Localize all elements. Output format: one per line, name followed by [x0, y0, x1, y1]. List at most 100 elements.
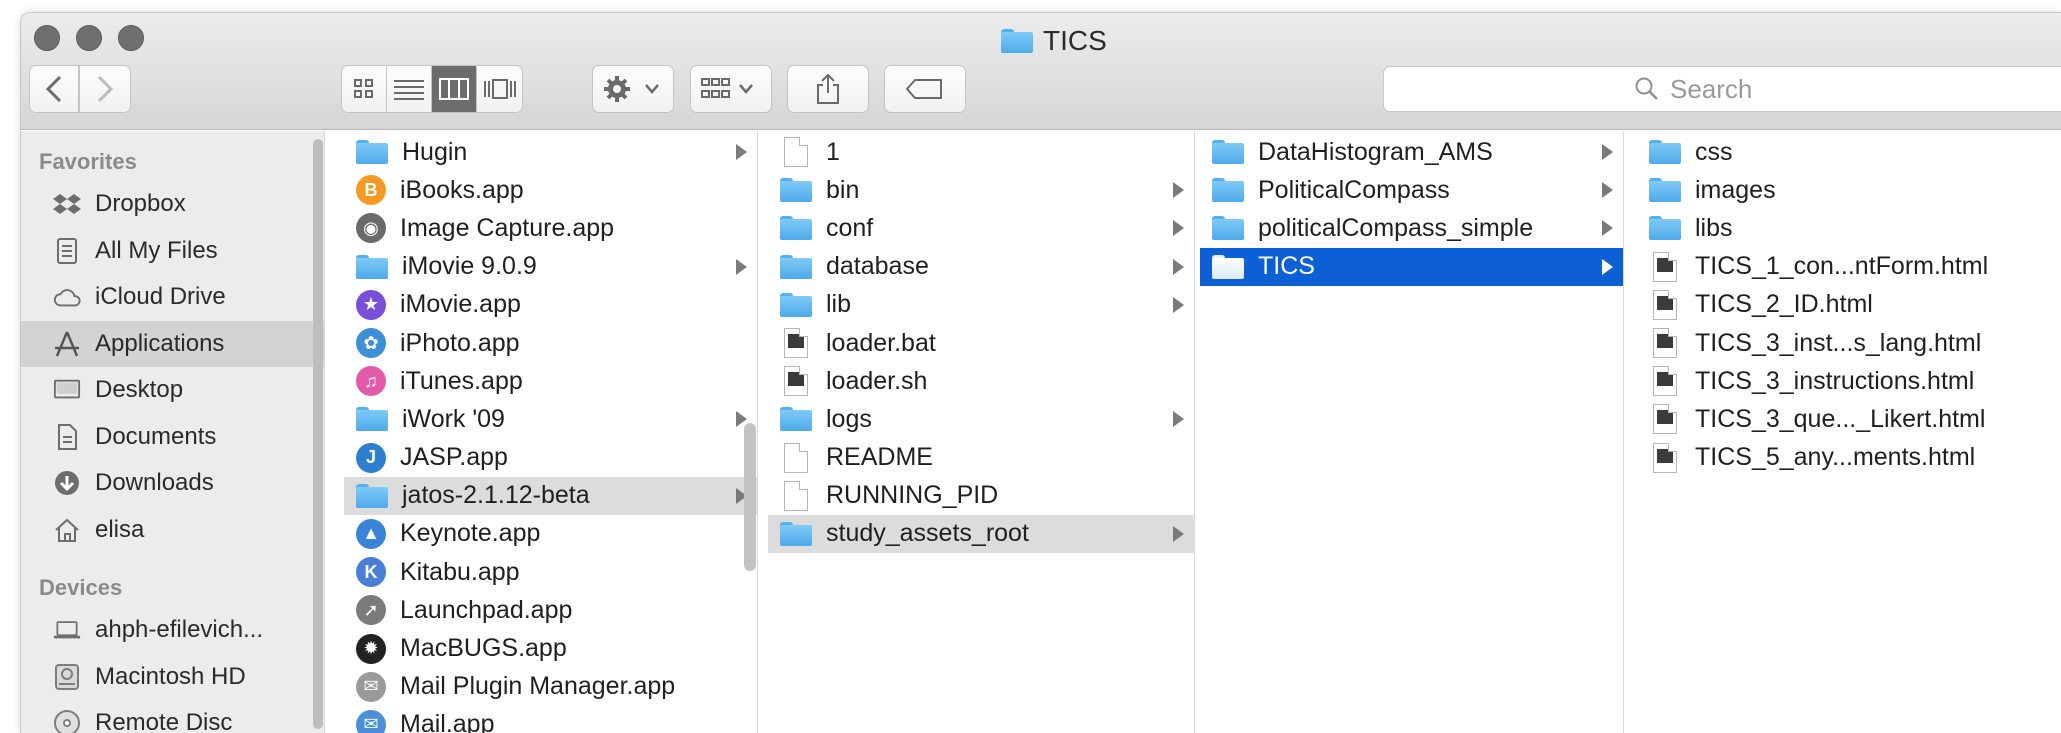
row-label: study_assets_root — [826, 519, 1029, 548]
laptop-icon — [53, 616, 81, 644]
folder-row-database[interactable]: database — [768, 248, 1194, 286]
forward-button[interactable] — [79, 65, 131, 113]
close-window-button[interactable] — [34, 25, 60, 51]
file-row-loader-sh[interactable]: loader.sh — [768, 362, 1194, 400]
minimize-window-button[interactable] — [76, 25, 102, 51]
file-row-tics-3-que-likert-html[interactable]: TICS_3_que..._Likert.html — [1637, 400, 2061, 438]
folder-row-politicalcompass-simple[interactable]: politicalCompass_simple — [1200, 209, 1623, 247]
row-label: jatos-2.1.12-beta — [402, 481, 590, 510]
sidebar-device-label: Macintosh HD — [95, 662, 246, 690]
search-placeholder: Search — [1670, 73, 1753, 104]
file-row-image-capture-app[interactable]: ◉ Image Capture.app — [344, 209, 757, 247]
folder-icon — [780, 216, 812, 241]
row-label: DataHistogram_AMS — [1258, 137, 1493, 166]
sidebar-item-desktop[interactable]: Desktop — [21, 367, 324, 414]
folder-icon — [780, 407, 812, 432]
chevron-left-icon — [45, 75, 62, 103]
folder-row-bin[interactable]: bin — [768, 171, 1194, 209]
column-view-button[interactable] — [432, 66, 477, 112]
keynote-app-icon: ▲ — [356, 518, 386, 549]
row-label: iWork '09 — [402, 404, 505, 433]
sidebar-item-documents[interactable]: Documents — [21, 414, 324, 461]
folder-row-politicalcompass[interactable]: PoliticalCompass — [1200, 171, 1623, 209]
file-row-iphoto-app[interactable]: ✿ iPhoto.app — [344, 324, 757, 362]
file-row-itunes-app[interactable]: ♫ iTunes.app — [344, 362, 757, 400]
folder-row-conf[interactable]: conf — [768, 209, 1194, 247]
sidebar-item-downloads[interactable]: Downloads — [21, 460, 324, 507]
file-row-mail-app[interactable]: ✉ Mail.app — [344, 706, 757, 733]
iphoto-app-icon: ✿ — [356, 328, 386, 359]
gear-icon — [604, 76, 659, 102]
file-row-loader-bat[interactable]: loader.bat — [768, 324, 1194, 362]
cover-flow-button[interactable] — [477, 66, 522, 112]
sidebar-item-label: elisa — [95, 515, 145, 543]
file-row-ibooks-app[interactable]: BiBooks.app — [344, 171, 757, 209]
disclosure-chevron-icon — [1173, 258, 1184, 275]
zoom-window-button[interactable] — [118, 25, 144, 51]
action-menu-button[interactable] — [592, 65, 674, 113]
file-row-keynote-app[interactable]: ▲ Keynote.app — [344, 515, 757, 553]
file-row-kitabu-app[interactable]: K Kitabu.app — [344, 553, 757, 591]
file-row-jasp-app[interactable]: J JASP.app — [344, 439, 757, 477]
share-icon — [817, 73, 839, 104]
file-row-macbugs-app[interactable]: ✹ MacBUGS.app — [344, 629, 757, 667]
html-file-icon — [1653, 366, 1677, 397]
desktop-icon — [53, 376, 81, 404]
file-row-readme[interactable]: README — [768, 439, 1194, 477]
ibooks-app-icon: B — [356, 175, 386, 206]
file-row-imovie-app[interactable]: ★ iMovie.app — [344, 286, 757, 324]
folder-row-datahistogram-ams[interactable]: DataHistogram_AMS — [1200, 133, 1623, 171]
batch-file-icon — [784, 328, 808, 359]
applications-column-scrollbar[interactable] — [744, 423, 756, 571]
folder-row-tics[interactable]: TICS — [1200, 247, 1623, 286]
toolbar: TICS Search — [21, 13, 2061, 130]
folder-icon — [1212, 254, 1244, 279]
folder-row-imovie-9-0-9[interactable]: iMovie 9.0.9 — [344, 248, 757, 286]
row-label: Mail Plugin Manager.app — [400, 672, 676, 701]
file-row-tics-3-instructions-html[interactable]: TICS_3_instructions.html — [1637, 362, 2061, 400]
folder-row-logs[interactable]: logs — [768, 400, 1194, 438]
folder-icon — [1649, 178, 1681, 203]
sidebar-item-applications[interactable]: Applications — [21, 320, 324, 367]
sidebar-item-dropbox[interactable]: Dropbox — [21, 181, 324, 228]
folder-row-css[interactable]: css — [1637, 133, 2061, 171]
cover-flow-icon — [483, 79, 516, 99]
list-view-button[interactable] — [387, 66, 432, 112]
arrange-button[interactable] — [690, 65, 772, 113]
share-button[interactable] — [787, 65, 869, 113]
sidebar-device-ahph-efilevich[interactable]: ahph-efilevich... — [21, 607, 324, 654]
file-row-launchpad-app[interactable]: ➚ Launchpad.app — [344, 591, 757, 629]
file-row-1[interactable]: 1 — [768, 133, 1194, 171]
sidebar-scrollbar[interactable] — [311, 139, 325, 729]
file-row-mail-plugin-manager-app[interactable]: ✉ Mail Plugin Manager.app — [344, 668, 757, 706]
icon-view-button[interactable] — [342, 66, 387, 112]
folder-row-lib[interactable]: lib — [768, 286, 1194, 324]
file-row-tics-1-con-ntform-html[interactable]: TICS_1_con...ntForm.html — [1637, 248, 2061, 286]
folder-row-libs[interactable]: libs — [1637, 209, 2061, 247]
folder-row-jatos-2-1-12-beta[interactable]: jatos-2.1.12-beta — [344, 476, 757, 515]
row-label: TICS_3_inst...s_lang.html — [1695, 328, 1982, 357]
folder-row-images[interactable]: images — [1637, 171, 2061, 209]
row-label: iMovie.app — [400, 290, 521, 319]
folder-row-study-assets-root[interactable]: study_assets_root — [768, 514, 1194, 554]
sidebar-item-all-my-files[interactable]: All My Files — [21, 228, 324, 275]
sidebar-device-remote-disc[interactable]: Remote Disc — [21, 700, 324, 733]
sidebar-device-macintosh-hd[interactable]: Macintosh HD — [21, 654, 324, 701]
document-icon — [784, 480, 808, 511]
file-row-tics-3-inst-s-lang-html[interactable]: TICS_3_inst...s_lang.html — [1637, 324, 2061, 362]
row-label: conf — [826, 213, 874, 242]
file-row-tics-2-id-html[interactable]: TICS_2_ID.html — [1637, 286, 2061, 324]
search-field[interactable]: Search — [1383, 66, 2061, 112]
sidebar-item-elisa[interactable]: elisa — [21, 507, 324, 554]
folder-row-hugin[interactable]: Hugin — [344, 133, 757, 171]
file-row-tics-5-any-ments-html[interactable]: TICS_5_any...ments.html — [1637, 439, 2061, 477]
row-label: bin — [826, 175, 860, 204]
folder-row-iwork-09[interactable]: iWork '09 — [344, 400, 757, 438]
tag-button[interactable] — [884, 65, 966, 113]
back-button[interactable] — [29, 65, 79, 113]
sidebar-item-icloud-drive[interactable]: iCloud Drive — [21, 274, 324, 321]
file-row-running-pid[interactable]: RUNNING_PID — [768, 477, 1194, 515]
folder-icon — [356, 140, 388, 165]
disclosure-chevron-icon — [736, 144, 747, 161]
devices-heading: Devices — [39, 575, 123, 600]
